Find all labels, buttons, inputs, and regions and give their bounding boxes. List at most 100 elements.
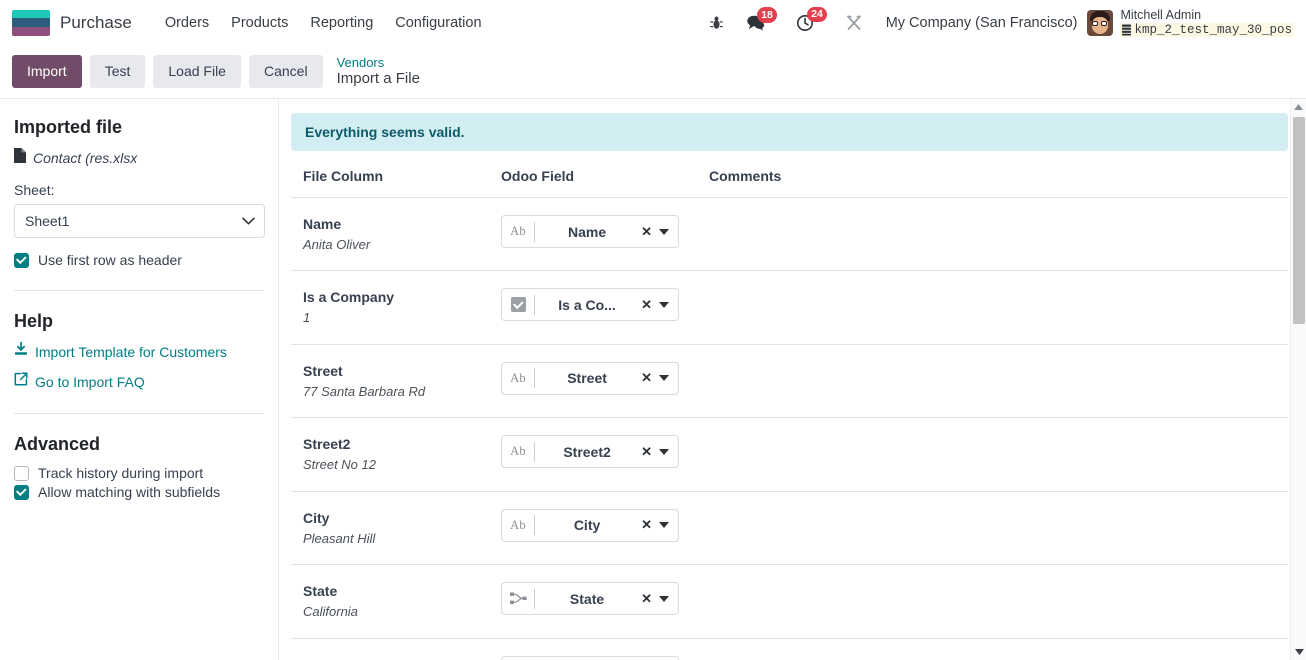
table-row: Country United States [291, 638, 1288, 660]
header-file-column: File Column [291, 168, 501, 198]
caret-down-icon[interactable] [656, 522, 678, 529]
track-history-checkbox[interactable] [14, 465, 29, 481]
app-logo[interactable] [12, 9, 50, 36]
header-odoo-field: Odoo Field [501, 168, 709, 198]
import-mapping-table: File Column Odoo Field Comments Name Ani… [291, 168, 1288, 660]
caret-down-icon[interactable] [656, 448, 678, 455]
file-column-cell: Name Anita Oliver [291, 197, 501, 272]
import-faq-link[interactable]: Go to Import FAQ [14, 372, 264, 391]
sheet-select-value: Sheet1 [25, 213, 70, 229]
caret-down-icon[interactable] [656, 228, 678, 235]
caret-down-icon[interactable] [656, 301, 678, 308]
breadcrumb-parent[interactable]: Vendors [337, 55, 420, 71]
external-link-icon [14, 372, 28, 391]
file-column-name: Is a Company [303, 289, 395, 306]
file-column-name: Country [303, 656, 501, 660]
menu-orders[interactable]: Orders [154, 11, 220, 35]
sheet-label: Sheet: [14, 182, 55, 198]
imported-file-row: Contact (res.xlsx [14, 148, 264, 168]
use-first-row-as-header-label: Use first row as header [38, 252, 182, 268]
top-navbar: Purchase Orders Products Reporting Confi… [0, 0, 1306, 45]
use-first-row-as-header-row[interactable]: Use first row as header [14, 252, 264, 268]
messages-icon[interactable]: 18 [746, 7, 778, 31]
breadcrumb-current: Import a File [336, 70, 420, 88]
caret-down-icon[interactable] [656, 375, 678, 382]
wrench-icon[interactable] [845, 14, 863, 32]
scroll-up-arrow[interactable] [1291, 99, 1306, 115]
odoo-field-select[interactable]: Ab City ✕ [501, 508, 679, 542]
text-field-icon: Ab [510, 370, 526, 385]
clear-field-icon[interactable]: ✕ [637, 517, 656, 533]
text-field-icon: Ab [510, 444, 526, 459]
user-name: Mitchell Admin [1120, 8, 1202, 23]
database-icon [1122, 24, 1132, 36]
advanced-heading: Advanced [14, 434, 101, 454]
import-template-link[interactable]: Import Template for Customers [14, 341, 264, 361]
logo-band-3 [12, 26, 50, 36]
bug-icon[interactable] [709, 15, 724, 31]
odoo-field-select[interactable]: State ✕ [501, 582, 679, 616]
scroll-down-arrow[interactable] [1291, 644, 1306, 660]
odoo-field-select[interactable]: Ab Street ✕ [501, 361, 679, 395]
odoo-field-cell: Ab Name ✕ [501, 197, 709, 272]
user-menu[interactable]: Mitchell Admin kmp_2_test_may_30_pos [1087, 8, 1296, 37]
comments-cell [709, 491, 1288, 566]
breadcrumb: Vendors Import a File [337, 55, 420, 89]
import-template-link-label: Import Template for Customers [35, 343, 227, 360]
sheet-select[interactable]: Sheet1 [14, 204, 265, 238]
table-row: Is a Company 1 Is a Co... ✕ [291, 270, 1288, 345]
scrollbar-thumb[interactable] [1293, 117, 1305, 324]
odoo-field-select[interactable]: Country ✕ [501, 655, 679, 660]
odoo-field-cell: Ab Street ✕ [501, 344, 709, 419]
avatar-glasses-left [1092, 20, 1099, 26]
use-first-row-as-header-checkbox[interactable] [14, 252, 29, 268]
track-history-row[interactable]: Track history during import [14, 465, 264, 481]
header-comments: Comments [709, 168, 1288, 198]
table-head: File Column Odoo Field Comments [291, 168, 1288, 198]
odoo-field-select[interactable]: Is a Co... ✕ [501, 288, 679, 322]
main-inner: Everything seems valid. File Column Odoo… [279, 99, 1306, 660]
menu-reporting[interactable]: Reporting [299, 11, 384, 35]
text-field-icon: Ab [510, 224, 526, 238]
database-row: kmp_2_test_may_30_pos [1120, 22, 1294, 37]
comments-cell [709, 270, 1288, 345]
table-row: Street 77 Santa Barbara Rd Ab Street ✕ [291, 344, 1288, 419]
file-column-name: City [303, 509, 330, 526]
allow-matching-subfields-row[interactable]: Allow matching with subfields [14, 484, 264, 500]
odoo-field-select[interactable]: Ab Name ✕ [501, 215, 679, 248]
file-column-cell: Street 77 Santa Barbara Rd [291, 344, 501, 419]
comments-cell [709, 564, 1288, 639]
allow-matching-subfields-checkbox[interactable] [14, 484, 29, 500]
comments-cell [709, 344, 1288, 419]
caret-down-icon[interactable] [656, 595, 678, 602]
menu-products[interactable]: Products [220, 11, 299, 35]
file-column-sample: Street No 12 [303, 457, 376, 473]
control-panel: Import Test Load File Cancel Vendors Imp… [0, 45, 1306, 98]
test-button[interactable]: Test [89, 55, 146, 88]
file-column-cell: Country United States [291, 638, 501, 660]
app-name[interactable]: Purchase [60, 13, 132, 33]
odoo-field-cell: State ✕ [501, 564, 709, 639]
activities-icon[interactable]: 24 [796, 6, 828, 32]
clear-field-icon[interactable]: ✕ [637, 297, 656, 313]
scrollbar-track[interactable] [1291, 115, 1306, 644]
imported-file-name: Contact (res.xlsx [33, 150, 138, 166]
company-selector[interactable]: My Company (San Francisco) [886, 15, 1078, 31]
logo-band-2 [12, 18, 50, 27]
clear-field-icon[interactable]: ✕ [637, 444, 656, 460]
import-button[interactable]: Import [12, 55, 82, 88]
clear-field-icon[interactable]: ✕ [637, 591, 656, 607]
sidebar-divider-2 [14, 413, 264, 414]
load-file-button[interactable]: Load File [153, 55, 241, 88]
clear-field-icon[interactable]: ✕ [637, 370, 656, 386]
file-column-name: Street [303, 362, 343, 379]
odoo-field-select[interactable]: Ab Street2 ✕ [501, 435, 679, 469]
vertical-scrollbar[interactable] [1290, 99, 1306, 660]
clear-field-icon[interactable]: ✕ [637, 224, 656, 240]
comments-cell [709, 638, 1288, 660]
odoo-field-cell: Ab Street2 ✕ [501, 417, 709, 492]
cancel-button[interactable]: Cancel [248, 55, 323, 88]
menu-configuration[interactable]: Configuration [384, 11, 492, 35]
table-body: Name Anita Oliver Ab Name ✕ Is a Company… [291, 197, 1288, 660]
odoo-field-label: City [573, 517, 601, 534]
